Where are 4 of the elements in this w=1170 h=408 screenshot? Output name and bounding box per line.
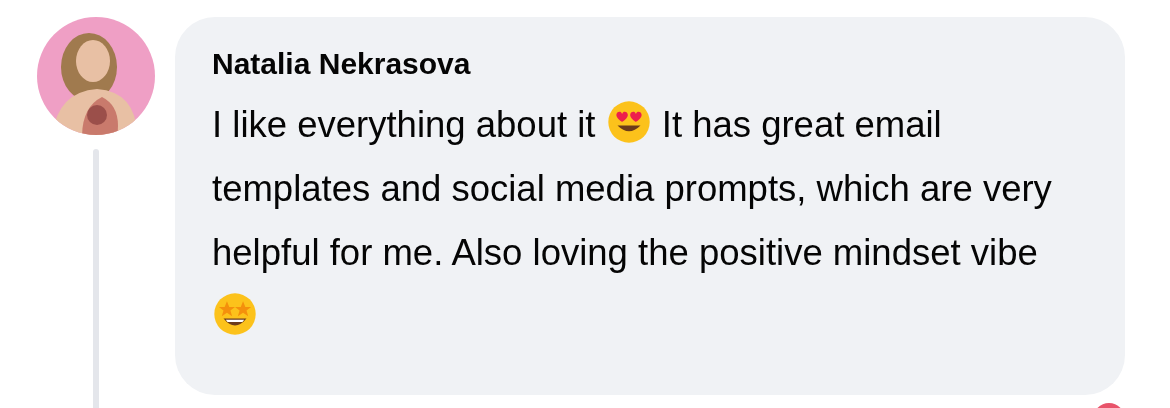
author-name[interactable]: Natalia Nekrasova [212,47,471,81]
star-eyes-face-icon [212,291,258,337]
comment-text: I like everything about it It has great email templates and social media prompts, which are very helpful for me. Also loving the positive mindset vibe [212,93,1065,349]
heart-eyes-face-icon [605,99,652,145]
